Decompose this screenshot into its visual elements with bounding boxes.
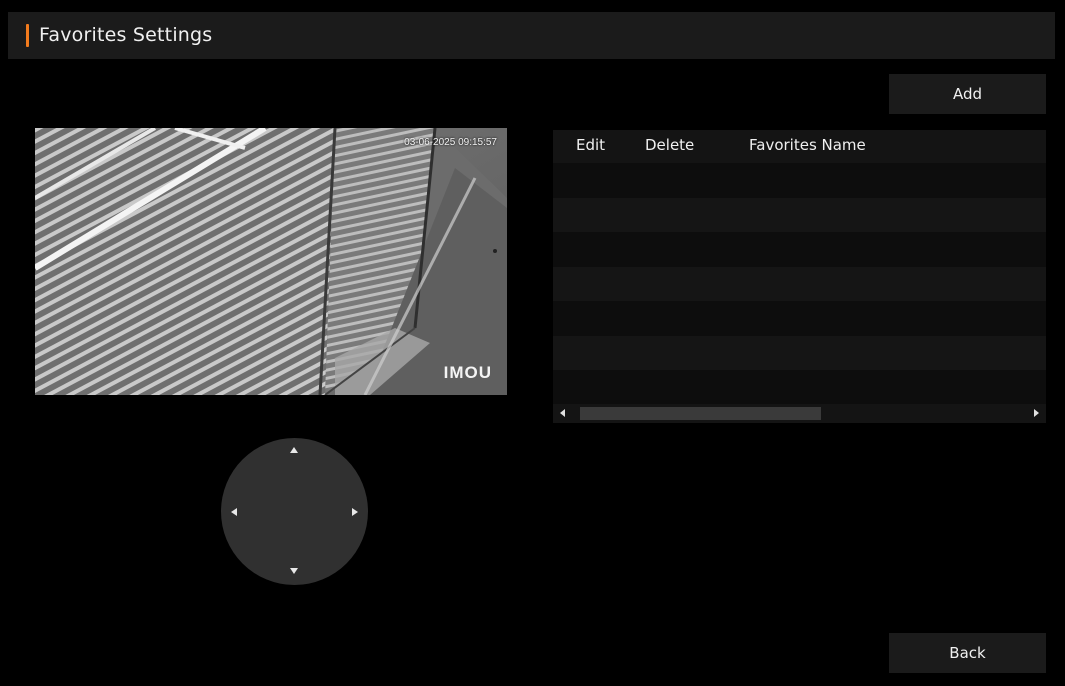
table-row: [553, 266, 1046, 301]
scroll-left-icon[interactable]: [560, 409, 565, 417]
scroll-right-icon[interactable]: [1034, 409, 1039, 417]
left-icon[interactable]: [231, 508, 237, 516]
table-row: [553, 197, 1046, 232]
ptz-direction-pad[interactable]: [221, 438, 368, 585]
table-header: Edit Delete Favorites Name: [553, 130, 1046, 163]
table-row: [553, 163, 1046, 198]
add-button[interactable]: Add: [889, 74, 1046, 114]
favorites-table: Edit Delete Favorites Name: [553, 130, 1046, 405]
scrollbar-thumb[interactable]: [580, 407, 821, 420]
back-button[interactable]: Back: [889, 633, 1046, 673]
table-row: [553, 301, 1046, 336]
page-header: Favorites Settings: [8, 12, 1055, 59]
down-icon[interactable]: [290, 568, 298, 574]
column-header-delete: Delete: [645, 136, 695, 154]
table-row: [553, 232, 1046, 267]
favorites-settings-page: Favorites Settings Add 03-06-2025 09:15:…: [8, 12, 1055, 680]
horizontal-scrollbar[interactable]: [553, 404, 1046, 423]
column-header-edit: Edit: [576, 136, 606, 154]
right-icon[interactable]: [352, 508, 358, 516]
column-header-favorites-name: Favorites Name: [749, 136, 866, 154]
up-icon[interactable]: [290, 447, 298, 453]
page-title: Favorites Settings: [39, 24, 213, 46]
imou-watermark: IMOU: [443, 363, 492, 382]
table-row: [553, 370, 1046, 405]
table-row: [553, 335, 1046, 370]
camera-timestamp: 03-06-2025 09:15:57: [404, 137, 497, 148]
header-accent-bar: [26, 24, 29, 47]
camera-live-view: 03-06-2025 09:15:57 IMOU: [35, 128, 507, 395]
camera-image: [35, 128, 507, 395]
